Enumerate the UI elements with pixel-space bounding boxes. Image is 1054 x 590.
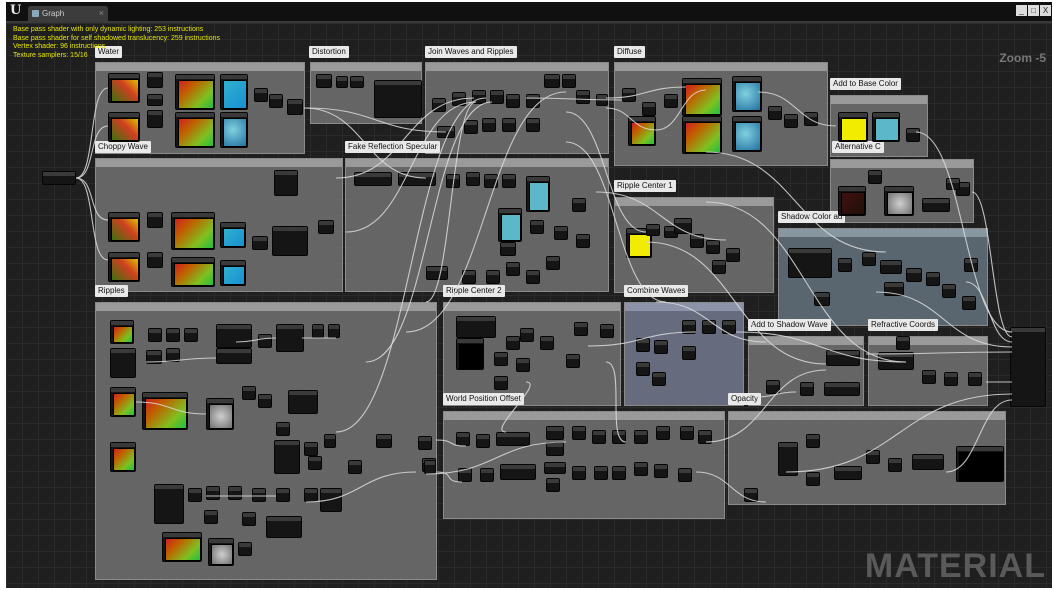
node-wire bbox=[235, 337, 277, 343]
stat-line: Base pass shader for self shadowed trans… bbox=[13, 34, 221, 42]
tab-close-icon[interactable]: × bbox=[99, 6, 104, 21]
node-wire bbox=[565, 111, 647, 233]
close-button[interactable]: X bbox=[1040, 5, 1051, 16]
node-wire bbox=[335, 97, 487, 433]
node-wire bbox=[501, 381, 531, 433]
stat-line: Base pass shader with only dynamic light… bbox=[13, 26, 204, 33]
node-wire bbox=[785, 393, 1013, 473]
tab-graph-label: Graph bbox=[42, 9, 65, 18]
node-wire bbox=[345, 101, 477, 233]
node-wire bbox=[565, 141, 667, 303]
node-wire bbox=[365, 101, 493, 363]
node-wire bbox=[655, 89, 707, 131]
node-wire bbox=[605, 361, 627, 443]
node-wire bbox=[75, 87, 109, 179]
material-graph-canvas[interactable]: Water Distortion Join Waves and Ripples … bbox=[6, 21, 1052, 588]
node-wire bbox=[705, 369, 827, 443]
node-wire bbox=[435, 439, 467, 447]
node-wire bbox=[587, 331, 697, 347]
node-wire bbox=[303, 107, 427, 179]
node-wire bbox=[305, 471, 417, 503]
node-wire bbox=[757, 91, 837, 127]
node-wire bbox=[655, 301, 767, 343]
material-watermark: MATERIAL bbox=[864, 547, 1046, 585]
node-wire bbox=[971, 191, 1013, 338]
stat-line: Texture samplers: 15/16 bbox=[13, 51, 88, 59]
maximize-button[interactable]: □ bbox=[1028, 5, 1039, 16]
wire-layer bbox=[75, 86, 1013, 503]
tab-graph[interactable]: Graph × bbox=[28, 6, 108, 21]
node-wire bbox=[865, 351, 1013, 355]
node-wire bbox=[335, 97, 475, 179]
unreal-engine-logo-icon: U bbox=[10, 3, 22, 18]
node-wire bbox=[705, 201, 907, 363]
node-wire bbox=[945, 399, 1013, 473]
node-wire bbox=[145, 357, 217, 363]
node-wire bbox=[755, 391, 797, 398]
minimize-button[interactable]: _ bbox=[1016, 5, 1027, 16]
node-wire bbox=[605, 86, 687, 99]
node-wire bbox=[695, 471, 767, 503]
node-wire bbox=[135, 401, 207, 415]
node-wire bbox=[405, 91, 567, 333]
zoom-level: Zoom -5 bbox=[999, 51, 1046, 65]
material-editor-window: U Graph × _ □ X Water Distortion Join Wa… bbox=[6, 2, 1052, 588]
title-bar: U Graph × _ □ X bbox=[6, 2, 1052, 21]
node-wire bbox=[425, 441, 567, 475]
node-wire bbox=[605, 107, 657, 131]
node-wire bbox=[965, 281, 1013, 343]
shader-stats: Base pass shader with only dynamic light… bbox=[13, 26, 220, 60]
graph-tab-icon bbox=[32, 10, 39, 17]
node-wire bbox=[75, 177, 109, 221]
stat-line: Vertex shader: 96 instructions bbox=[13, 43, 106, 50]
node-wire bbox=[705, 151, 887, 253]
